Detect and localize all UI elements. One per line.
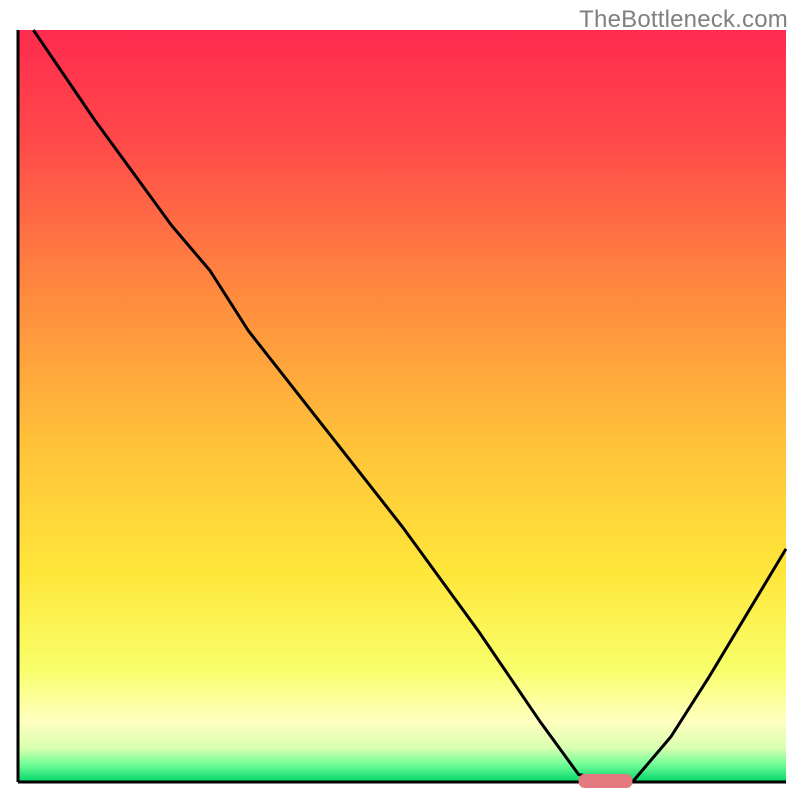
chart-svg bbox=[0, 0, 800, 800]
optimal-marker bbox=[579, 774, 633, 788]
chart-container: TheBottleneck.com bbox=[0, 0, 800, 800]
plot-background bbox=[18, 30, 786, 782]
